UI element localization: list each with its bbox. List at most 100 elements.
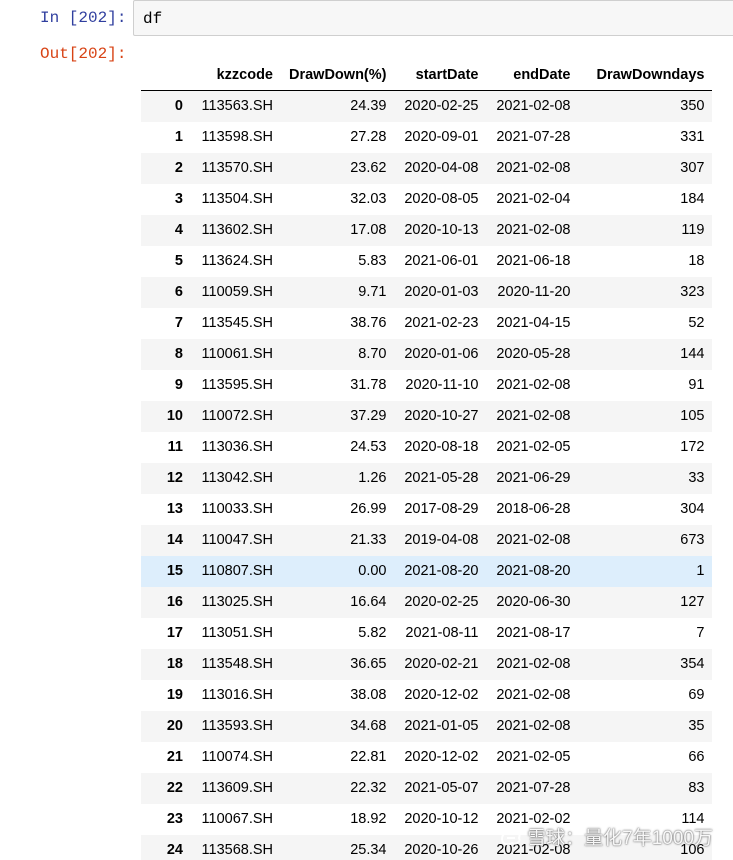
- cell-drawdowndays: 172: [680, 439, 705, 455]
- cell-enddate: 2021-06-18: [496, 253, 571, 269]
- row-index: 9: [174, 377, 183, 393]
- cell-drawdown: 31.78: [350, 377, 387, 393]
- cell-enddate: 2021-02-08: [496, 718, 571, 734]
- cell-drawdown: 24.53: [350, 439, 387, 455]
- table-row: 16 113025.SH 16.64 2020-02-25 2020-06-30 127: [141, 586, 713, 618]
- cell-drawdown: 22.32: [350, 780, 387, 796]
- cell-kzzcode: 110074.SH: [201, 749, 273, 765]
- row-index: 13: [166, 501, 183, 517]
- cell-drawdowndays: 52: [688, 315, 705, 331]
- cell-drawdowndays: 66: [688, 749, 705, 765]
- cell-startdate: 2021-05-07: [404, 780, 479, 796]
- cell-drawdown: 9.71: [358, 284, 387, 300]
- cell-drawdowndays: 144: [680, 346, 705, 362]
- cell-drawdown: 21.33: [350, 532, 387, 548]
- cell-drawdown: 37.29: [350, 408, 387, 424]
- table-row: 0 113563.SH 24.39 2020-02-25 2021-02-08 350: [141, 90, 713, 122]
- cell-drawdowndays: 83: [688, 780, 705, 796]
- cell-enddate: 2021-02-08: [496, 98, 571, 115]
- column-header-index: [141, 60, 191, 91]
- cell-startdate: 2020-10-26: [404, 842, 479, 858]
- table-row: 12 113042.SH 1.26 2021-05-28 2021-06-29 33: [141, 462, 713, 494]
- cell-drawdown: 27.28: [350, 129, 387, 145]
- cell-startdate: 2020-12-02: [404, 687, 479, 703]
- cell-drawdowndays: 673: [680, 532, 705, 548]
- table-row: 14 110047.SH 21.33 2019-04-08 2021-02-08 673: [141, 524, 713, 556]
- cell-kzzcode: 113545.SH: [201, 315, 273, 331]
- cell-drawdown: 26.99: [350, 501, 387, 517]
- cell-enddate: 2021-08-20: [496, 563, 571, 579]
- table-row: 4 113602.SH 17.08 2020-10-13 2021-02-08 119: [141, 214, 713, 246]
- column-header-drawdowndays: DrawDowndays: [578, 60, 713, 91]
- cell-enddate: 2021-06-29: [496, 470, 571, 486]
- cell-drawdown: 1.26: [358, 470, 387, 486]
- cell-startdate: 2020-02-25: [404, 98, 479, 115]
- cell-enddate: 2021-02-08: [496, 656, 571, 672]
- table-row: 1 113598.SH 27.28 2020-09-01 2021-07-28 331: [141, 122, 712, 153]
- cell-drawdown: 0.00: [358, 563, 387, 579]
- row-index: 12: [166, 470, 183, 486]
- cell-enddate: 2021-02-08: [496, 377, 571, 393]
- cell-enddate: 2021-02-08: [496, 532, 571, 548]
- cell-enddate: 2020-11-20: [497, 284, 571, 300]
- cell-startdate: 2020-10-13: [404, 222, 479, 238]
- cell-drawdowndays: 33: [688, 470, 705, 486]
- table-row: 3 113504.SH 32.03 2020-08-05 2021-02-04 184: [141, 184, 712, 215]
- watermark-text: 雪球：量化7年1000万: [527, 828, 713, 849]
- row-index: 5: [174, 253, 183, 269]
- cell-startdate: 2020-11-10: [405, 377, 479, 393]
- table-row: 8 110061.SH 8.70 2020-01-06 2020-05-28 144: [141, 338, 713, 370]
- table-row: 17 113051.SH 5.82 2021-08-11 2021-08-17 7: [141, 618, 712, 649]
- column-header-drawdown: DrawDown(%): [281, 60, 395, 91]
- notebook: In [202]: df Out[202]: kzzcode DrawDown(…: [0, 0, 733, 860]
- cell-startdate: 2020-09-01: [404, 129, 479, 145]
- row-index: 17: [166, 625, 183, 641]
- row-index: 7: [174, 315, 183, 331]
- cell-enddate: 2020-06-30: [496, 594, 571, 610]
- cell-enddate: 2021-02-08: [496, 408, 571, 424]
- cell-startdate: 2020-08-18: [404, 439, 479, 455]
- code-cell-input[interactable]: df: [133, 0, 733, 36]
- row-index: 8: [174, 346, 183, 362]
- cell-drawdowndays: 127: [680, 594, 705, 610]
- table-header: kzzcode DrawDown(%) startDate endDate Dr…: [141, 60, 713, 91]
- cell-enddate: 2021-07-28: [496, 129, 571, 145]
- cell-startdate: 2020-01-03: [404, 284, 479, 300]
- table-row: 19 113016.SH 38.08 2020-12-02 2021-02-08 69: [141, 680, 712, 711]
- cell-drawdowndays: 331: [680, 129, 705, 145]
- row-index: 23: [166, 811, 183, 827]
- row-index: 19: [166, 687, 183, 703]
- table-row: 22 113609.SH 22.32 2021-05-07 2021-07-28 83: [141, 772, 713, 804]
- cell-drawdown: 22.81: [350, 749, 387, 765]
- cell-kzzcode: 113568.SH: [201, 842, 273, 858]
- code-text[interactable]: df: [143, 9, 162, 29]
- table-row: 15 110807.SH 0.00 2021-08-20 2021-08-20 1: [141, 555, 713, 587]
- table-row: 7 113545.SH 38.76 2021-02-23 2021-04-15 52: [141, 308, 712, 339]
- cell-startdate: 2020-01-06: [404, 346, 479, 362]
- cell-startdate: 2019-04-08: [404, 532, 479, 548]
- cell-startdate: 2020-02-25: [404, 594, 479, 610]
- cell-startdate: 2020-02-21: [404, 656, 479, 672]
- cell-drawdowndays: 105: [680, 408, 705, 424]
- cell-drawdowndays: 307: [680, 160, 705, 176]
- row-index: 1: [174, 129, 183, 145]
- cell-enddate: 2021-04-15: [496, 315, 571, 331]
- row-index: 15: [166, 563, 183, 579]
- column-header-kzzcode: kzzcode: [191, 60, 281, 91]
- cell-drawdown: 24.39: [350, 98, 387, 115]
- cell-enddate: 2021-02-04: [496, 191, 571, 207]
- table-row: 20 113593.SH 34.68 2021-01-05 2021-02-08 35: [141, 710, 713, 742]
- cell-kzzcode: 110061.SH: [201, 346, 273, 362]
- table-row: 21 110074.SH 22.81 2020-12-02 2021-02-05 66: [141, 742, 712, 773]
- input-prompt: In [202]:: [40, 9, 127, 27]
- cell-kzzcode: 113598.SH: [201, 129, 273, 145]
- cell-kzzcode: 113036.SH: [201, 439, 273, 455]
- cell-drawdown: 5.82: [358, 625, 387, 641]
- cell-drawdowndays: 7: [696, 625, 705, 641]
- cell-drawdowndays: 350: [680, 98, 705, 115]
- cell-startdate: 2020-08-05: [404, 191, 479, 207]
- cell-kzzcode: 110072.SH: [201, 408, 273, 424]
- cell-kzzcode: 113548.SH: [201, 656, 273, 672]
- cell-drawdown: 18.92: [350, 811, 387, 827]
- cell-kzzcode: 113609.SH: [201, 780, 273, 796]
